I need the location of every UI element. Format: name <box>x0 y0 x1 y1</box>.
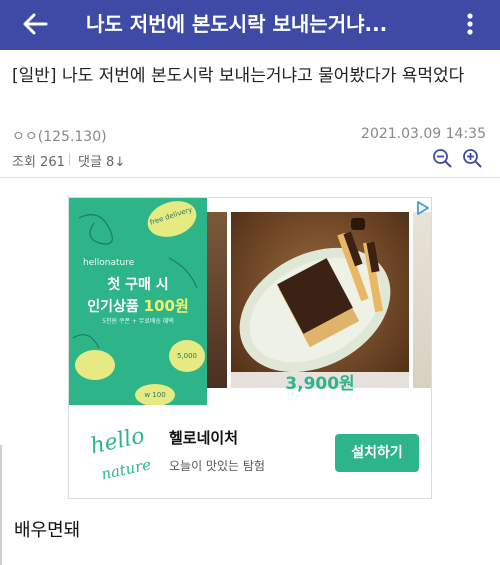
app-bar: 나도 저번에 본도시락 보내는거냐... <box>0 0 500 50</box>
advertiser-description: 오늘이 맛있는 탐험 <box>169 459 265 473</box>
content-edge-line <box>0 445 3 565</box>
advertiser-name: 헬로네이처 <box>169 429 239 447</box>
post-title: [일반] 나도 저번에 본도시락 보내는거냐고 물어봤다가 욕먹었다 <box>12 66 465 86</box>
ad-card[interactable]: free delivery hellonature 첫 구매 시 인기상품 10… <box>68 197 432 499</box>
post-body-text: 배우면돼 <box>14 520 81 541</box>
ad-photo-strip-left <box>207 212 227 388</box>
zoom-out-icon[interactable] <box>432 148 452 168</box>
svg-text:nature: nature <box>100 455 153 483</box>
post-author[interactable]: ㅇㅇ(125.130) <box>12 126 107 146</box>
banner-brand: hellonature <box>83 258 135 268</box>
zoom-in-icon[interactable] <box>462 148 482 168</box>
advertiser-logo: hello nature <box>83 415 159 491</box>
svg-text:hello: hello <box>88 424 147 460</box>
banner-offer-price: 100원 <box>143 297 189 315</box>
coin-5000: 5,000 <box>169 340 205 372</box>
ad-product-photo[interactable] <box>231 212 409 388</box>
banner-headline: 첫 구매 시 <box>107 277 169 293</box>
post-date: 2021.03.09 14:35 <box>361 126 486 142</box>
meta-divider <box>69 153 70 165</box>
ad-photo-price: 3,900원 <box>231 372 409 396</box>
dessert-plate-illustration <box>239 218 391 373</box>
comment-count-link[interactable]: 댓글 8↓ <box>78 151 125 170</box>
ad-advertiser-row[interactable]: hello nature 헬로네이처 오늘이 맛있는 탐험 설치하기 <box>69 405 431 498</box>
ad-promo-banner[interactable]: free delivery hellonature 첫 구매 시 인기상품 10… <box>69 198 207 405</box>
install-button[interactable]: 설치하기 <box>335 434 419 472</box>
banner-blob <box>75 350 115 380</box>
back-arrow-icon[interactable] <box>20 9 50 39</box>
banner-fine-print: 5천원 쿠폰 + 무료배송 혜택 <box>102 318 174 325</box>
banner-offer: 인기상품 100원 <box>69 295 207 316</box>
kebab-menu-icon[interactable] <box>460 9 480 39</box>
banner-offer-text: 인기상품 <box>87 299 144 315</box>
view-count: 조회 261 <box>12 155 65 170</box>
hello-nature-logo: hello nature <box>88 424 153 484</box>
ad-photo-strip-right <box>413 212 431 388</box>
adchoices-icon[interactable] <box>415 200 431 216</box>
header-divider <box>0 177 500 178</box>
page-title: 나도 저번에 본도시락 보내는거냐... <box>86 12 388 36</box>
coin-100: w 100 <box>135 384 175 405</box>
